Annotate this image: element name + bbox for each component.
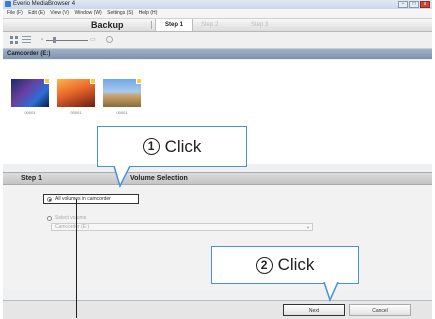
next-button[interactable]: Next <box>283 304 345 316</box>
title-bar: Everio MediaBrowser 4 – □ x <box>3 0 432 9</box>
header-divider <box>151 21 152 29</box>
select-volume-radio[interactable] <box>47 216 52 221</box>
callout-text: Click <box>164 136 202 156</box>
menu-bar: File (F) Edit (E) View (V) Window (W) Se… <box>3 9 432 19</box>
callout-2-pointer <box>323 282 339 303</box>
all-volumes-label[interactable]: All volumes in camcorder <box>55 194 111 204</box>
menu-settings[interactable]: Settings (S) <box>107 10 133 16</box>
volume-dropdown-value: Camcorder (E:) <box>55 224 90 230</box>
slider-knob[interactable] <box>53 37 56 43</box>
menu-edit[interactable]: Edit (E) <box>28 10 45 16</box>
thumbnail-caption: 00001 <box>24 110 36 115</box>
page-title: Backup <box>91 20 124 30</box>
selection-marker-icon <box>90 78 96 84</box>
step-3-indicator: Step 3 <box>251 22 269 28</box>
callout-number: 2 <box>255 256 273 274</box>
cancel-button[interactable]: Cancel <box>349 304 411 316</box>
menu-file[interactable]: File (F) <box>7 10 23 16</box>
large-thumbnail-icon: ▭ <box>90 37 96 43</box>
thumbnail-caption: 00001 <box>116 110 128 115</box>
callout-1: 1 Click <box>97 126 247 167</box>
video-thumbnail[interactable] <box>11 78 50 107</box>
window-controls: – □ x <box>398 1 430 8</box>
callout-1-pointer <box>113 166 131 189</box>
all-volumes-radio[interactable] <box>47 197 52 202</box>
step-1-indicator: Step 1 <box>155 19 193 31</box>
video-thumbnail[interactable] <box>57 78 96 107</box>
video-thumbnail[interactable] <box>103 78 142 107</box>
select-volume-label[interactable]: Select volume <box>55 213 86 223</box>
pointer-line <box>76 199 77 318</box>
small-thumbnail-icon: ▫ <box>41 37 44 43</box>
menu-view[interactable]: View (V) <box>50 10 69 16</box>
view-toolbar: ▫ ▭ <box>3 32 432 49</box>
callout-2: 2 Click <box>211 246 359 284</box>
wizard-footer: Next Cancel <box>3 300 432 319</box>
thumbnail-size-slider[interactable]: ▫ ▭ <box>41 37 103 43</box>
window-title: Everio MediaBrowser 4 <box>13 1 76 7</box>
device-label: Camcorder (E:) <box>7 51 51 57</box>
step-section-label: Step 1 <box>21 175 43 182</box>
device-bar: Camcorder (E:) <box>3 49 432 59</box>
app-logo-icon <box>5 1 11 7</box>
list-view-icon[interactable] <box>22 36 31 44</box>
maximize-button[interactable]: □ <box>409 1 419 8</box>
chevron-down-icon: ▼ <box>306 225 310 230</box>
minimize-button[interactable]: – <box>398 1 408 8</box>
grid-view-icon[interactable] <box>10 36 18 44</box>
menu-help[interactable]: Help (H) <box>139 10 158 16</box>
selection-marker-icon <box>136 78 142 84</box>
step-2-indicator: Step 2 <box>201 22 219 28</box>
disc-icon[interactable] <box>106 36 113 43</box>
thumbnail-caption: 00001 <box>70 110 82 115</box>
selection-marker-icon <box>44 78 50 84</box>
step-section-bar: Step 1 Volume Selection <box>3 172 432 185</box>
close-button[interactable]: x <box>420 1 430 8</box>
callout-number: 1 <box>142 138 160 155</box>
wizard-header: Backup Step 1 Step 2 Step 3 <box>3 19 432 32</box>
menu-window[interactable]: Window (W) <box>75 10 102 16</box>
callout-text: Click <box>277 255 315 274</box>
volume-dropdown[interactable]: Camcorder (E:) ▼ <box>51 223 313 231</box>
